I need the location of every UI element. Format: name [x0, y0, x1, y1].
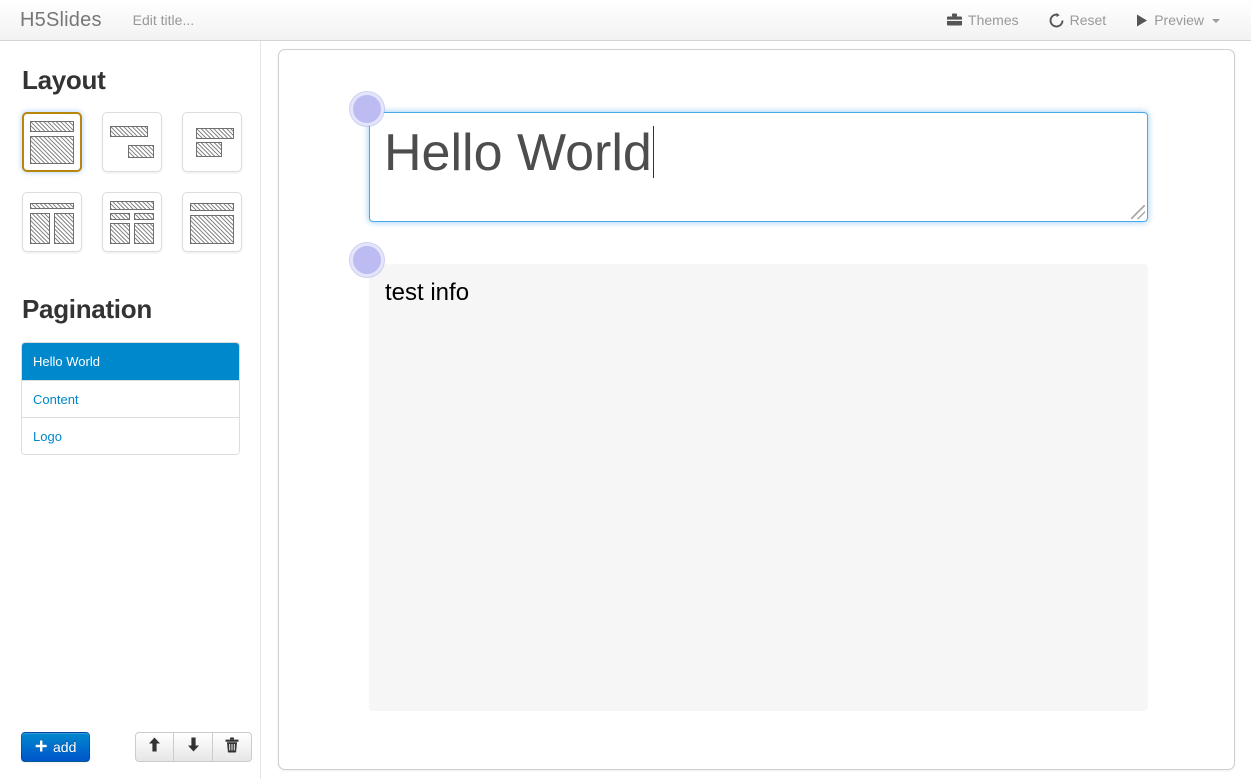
pagination-item-logo[interactable]: Logo — [22, 417, 239, 454]
add-slide-label: add — [53, 739, 77, 755]
navbar-actions: Themes Reset Preview — [932, 0, 1251, 41]
layout-thumbnail-grid — [22, 112, 242, 272]
layout-row-1 — [22, 112, 242, 172]
pagination-list: Hello World Content Logo — [21, 342, 240, 455]
arrow-up-icon — [148, 737, 161, 757]
slide-canvas: Hello World test info — [278, 49, 1235, 770]
themes-label: Themes — [968, 11, 1019, 28]
sidebar: Layout Pagination Hello World Content Lo… — [0, 41, 261, 779]
chevron-down-icon — [1212, 19, 1220, 23]
briefcase-icon — [947, 13, 963, 27]
slide-order-button-group — [135, 732, 253, 762]
delete-slide-button[interactable] — [213, 732, 253, 762]
trash-icon — [225, 737, 239, 758]
text-cursor — [652, 126, 654, 178]
plus-icon — [35, 739, 47, 755]
slide-title-text-wrapper: Hello World — [384, 123, 654, 183]
pagination-item-hello-world[interactable]: Hello World — [22, 343, 239, 380]
refresh-icon — [1049, 12, 1064, 28]
layout-section-title: Layout — [22, 65, 106, 95]
sidebar-footer-toolbar: add — [21, 732, 253, 762]
layout-option-header-two-columns[interactable] — [22, 192, 82, 252]
brand-logo[interactable]: H5Slides — [20, 10, 102, 30]
add-slide-button[interactable]: add — [21, 732, 91, 762]
textarea-resize-grip[interactable] — [1131, 205, 1145, 219]
layout-option-offset-stacked-bars[interactable] — [182, 112, 242, 172]
layout-option-two-stacked-bars[interactable] — [102, 112, 162, 172]
title-block-drag-handle[interactable] — [350, 92, 384, 126]
slide-content-block[interactable]: test info — [369, 264, 1148, 711]
play-icon — [1136, 14, 1148, 27]
layout-option-title-and-body[interactable] — [22, 112, 82, 172]
move-slide-up-button[interactable] — [135, 732, 175, 762]
layout-option-header-full-body[interactable] — [182, 192, 242, 252]
slide-editor-area: Hello World test info — [279, 50, 1234, 769]
layout-row-2 — [22, 192, 242, 252]
slide-title-textarea[interactable]: Hello World — [369, 112, 1148, 222]
preview-button[interactable]: Preview — [1121, 0, 1235, 41]
move-slide-down-button[interactable] — [174, 732, 214, 762]
pagination-item-content[interactable]: Content — [22, 380, 239, 417]
presentation-title-input[interactable]: Edit title... — [133, 10, 194, 30]
slide-title-value: Hello World — [384, 124, 652, 182]
top-navbar: H5Slides Edit title... Themes Reset Prev… — [0, 0, 1251, 41]
content-block-drag-handle[interactable] — [350, 243, 384, 277]
reset-label: Reset — [1069, 11, 1107, 28]
preview-label: Preview — [1154, 11, 1204, 28]
reset-button[interactable]: Reset — [1034, 0, 1122, 41]
pagination-section-title: Pagination — [22, 294, 152, 324]
slide-content-value: test info — [385, 279, 470, 306]
arrow-down-icon — [187, 737, 200, 757]
layout-option-header-subheads-two-columns[interactable] — [102, 192, 162, 252]
themes-button[interactable]: Themes — [932, 0, 1034, 41]
